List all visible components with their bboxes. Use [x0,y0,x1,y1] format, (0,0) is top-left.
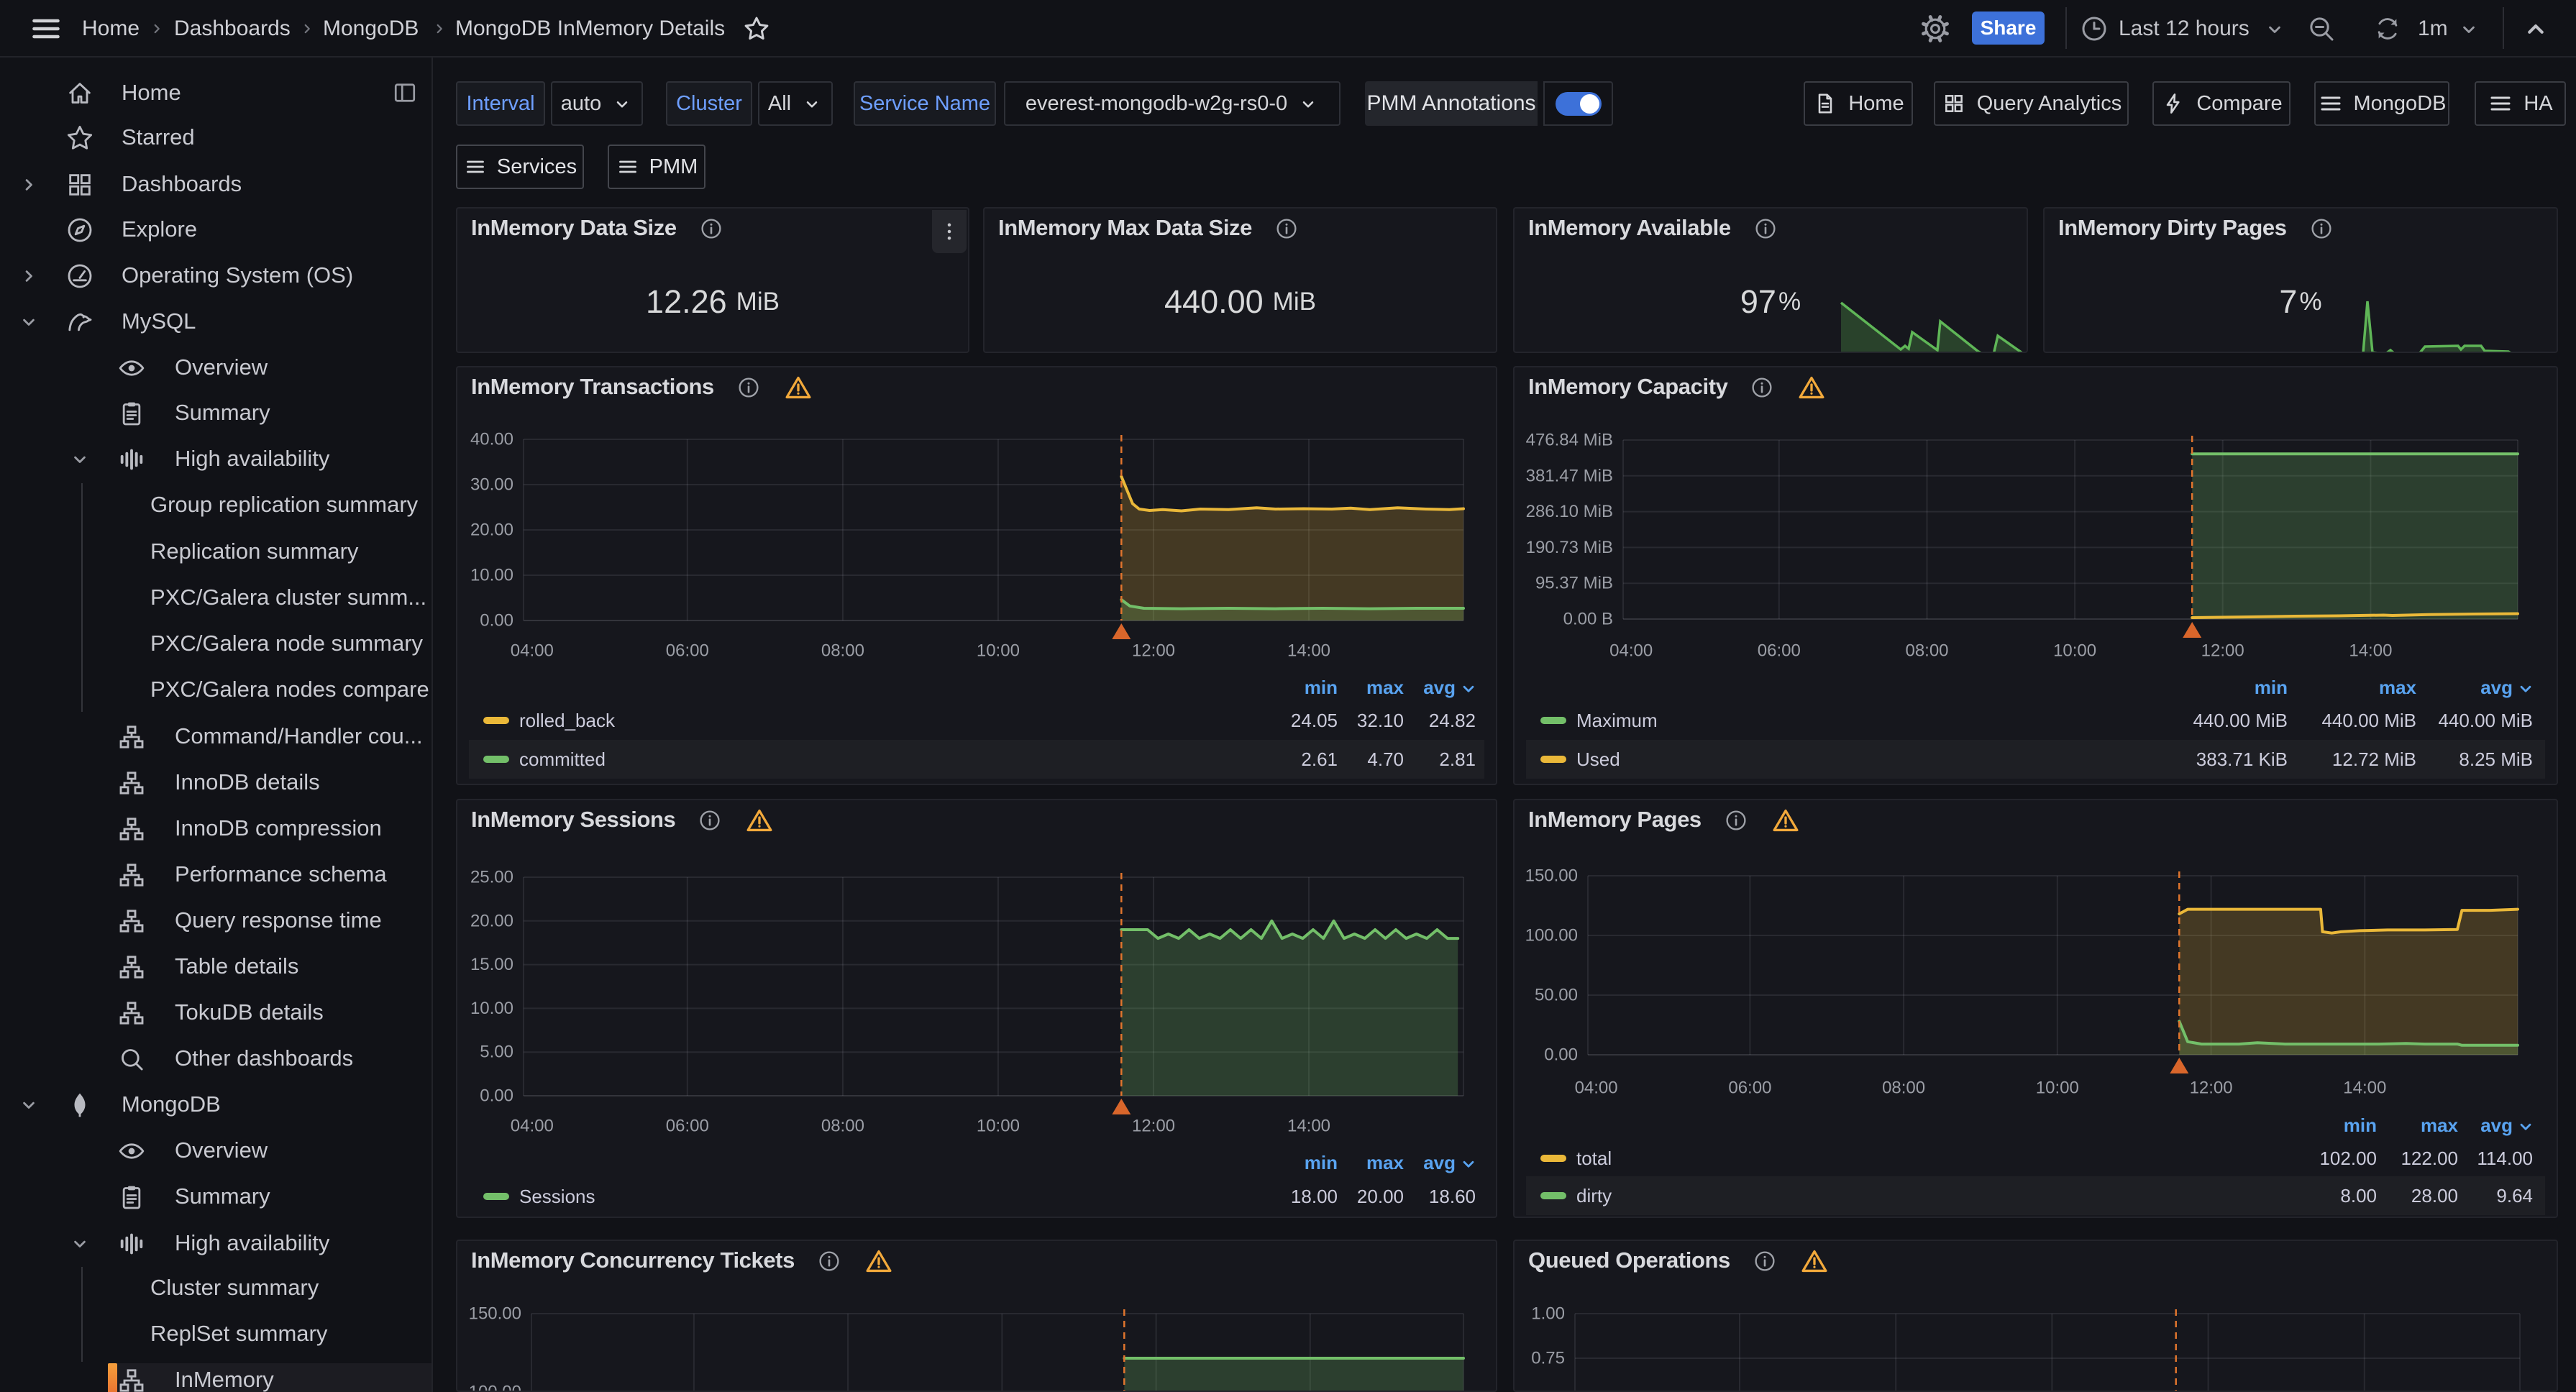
svg-text:08:00: 08:00 [821,1117,864,1136]
svg-text:0.75: 0.75 [1531,1349,1565,1368]
svg-text:114.00: 114.00 [2477,1148,2533,1169]
svg-text:Maximum: Maximum [1576,710,1658,731]
svg-text:dirty: dirty [1576,1185,1612,1206]
svg-text:150.00: 150.00 [1525,866,1578,886]
svg-text:14:00: 14:00 [2349,641,2392,661]
svg-text:avg: avg [2480,1114,2513,1136]
svg-text:0.00: 0.00 [1544,1045,1578,1065]
svg-text:04:00: 04:00 [1609,641,1653,661]
svg-text:100.00: 100.00 [1525,926,1578,945]
svg-text:committed: committed [519,748,606,770]
svg-text:total: total [1576,1148,1612,1169]
svg-text:10.00: 10.00 [470,566,513,585]
svg-text:95.37 MiB: 95.37 MiB [1535,574,1613,593]
svg-text:avg: avg [1423,677,1456,698]
svg-text:1.00: 1.00 [1531,1304,1565,1324]
svg-text:rolled_back: rolled_back [519,710,616,731]
svg-text:32.10: 32.10 [1357,710,1404,731]
svg-text:max: max [1366,677,1405,698]
svg-text:avg: avg [1423,1152,1456,1173]
svg-text:Sessions: Sessions [519,1186,595,1207]
svg-text:12:00: 12:00 [2201,641,2244,661]
svg-text:04:00: 04:00 [511,641,554,661]
svg-text:04:00: 04:00 [1575,1079,1618,1098]
svg-text:06:00: 06:00 [1728,1079,1771,1098]
svg-text:0.00: 0.00 [480,1086,513,1106]
svg-text:190.73 MiB: 190.73 MiB [1526,538,1613,557]
svg-text:24.82: 24.82 [1429,710,1476,731]
svg-text:9.64: 9.64 [2496,1185,2533,1206]
svg-text:08:00: 08:00 [821,641,864,661]
svg-text:14:00: 14:00 [2343,1079,2386,1098]
svg-text:476.84 MiB: 476.84 MiB [1526,431,1613,450]
svg-text:0.00 B: 0.00 B [1563,610,1613,629]
svg-text:5.00: 5.00 [480,1043,513,1062]
svg-text:8.00: 8.00 [2340,1185,2377,1206]
svg-text:max: max [2379,677,2417,698]
svg-text:08:00: 08:00 [1905,641,1948,661]
svg-text:122.00: 122.00 [2401,1148,2458,1169]
svg-text:10:00: 10:00 [977,1117,1020,1136]
svg-text:28.00: 28.00 [2411,1185,2458,1206]
svg-text:15.00: 15.00 [470,955,513,974]
svg-text:18.60: 18.60 [1429,1186,1476,1207]
svg-text:440.00 MiB: 440.00 MiB [2438,710,2533,731]
svg-text:Used: Used [1576,748,1620,770]
svg-text:383.71 KiB: 383.71 KiB [2196,748,2288,770]
svg-text:2.81: 2.81 [1439,748,1476,770]
svg-text:4.70: 4.70 [1367,748,1404,770]
svg-text:286.10 MiB: 286.10 MiB [1526,502,1613,521]
svg-text:8.25 MiB: 8.25 MiB [2459,748,2533,770]
svg-text:102.00: 102.00 [2319,1148,2377,1169]
svg-text:min: min [1305,1152,1338,1173]
svg-text:08:00: 08:00 [1882,1079,1925,1098]
svg-text:06:00: 06:00 [1758,641,1801,661]
svg-text:06:00: 06:00 [666,641,709,661]
svg-text:10:00: 10:00 [2036,1079,2079,1098]
svg-text:max: max [2421,1114,2459,1136]
svg-text:18.00: 18.00 [1291,1186,1338,1207]
svg-text:12.72 MiB: 12.72 MiB [2332,748,2416,770]
svg-text:50.00: 50.00 [1535,986,1578,1005]
svg-text:04:00: 04:00 [511,1117,554,1136]
svg-text:24.05: 24.05 [1291,710,1338,731]
svg-text:0.00: 0.00 [480,611,513,631]
svg-text:min: min [2255,677,2288,698]
svg-text:20.00: 20.00 [470,911,513,930]
svg-text:150.00: 150.00 [469,1304,521,1324]
svg-text:381.47 MiB: 381.47 MiB [1526,466,1613,485]
svg-text:20.00: 20.00 [470,521,513,540]
svg-text:10:00: 10:00 [977,641,1020,661]
svg-text:10.00: 10.00 [470,999,513,1018]
svg-text:30.00: 30.00 [470,475,513,495]
svg-text:12:00: 12:00 [1132,641,1175,661]
svg-text:2.61: 2.61 [1301,748,1338,770]
svg-text:440.00 MiB: 440.00 MiB [2321,710,2416,731]
svg-text:min: min [1305,677,1338,698]
svg-text:14:00: 14:00 [1287,1117,1330,1136]
svg-text:20.00: 20.00 [1357,1186,1404,1207]
svg-text:25.00: 25.00 [470,868,513,887]
svg-text:40.00: 40.00 [470,430,513,449]
svg-text:06:00: 06:00 [666,1117,709,1136]
svg-text:12:00: 12:00 [2190,1079,2233,1098]
svg-text:12:00: 12:00 [1132,1117,1175,1136]
svg-text:100.00: 100.00 [469,1383,521,1391]
svg-text:max: max [1366,1152,1405,1173]
svg-text:440.00 MiB: 440.00 MiB [2193,710,2288,731]
svg-text:14:00: 14:00 [1287,641,1330,661]
svg-text:min: min [2344,1114,2377,1136]
svg-text:10:00: 10:00 [2053,641,2096,661]
svg-text:avg: avg [2480,677,2513,698]
